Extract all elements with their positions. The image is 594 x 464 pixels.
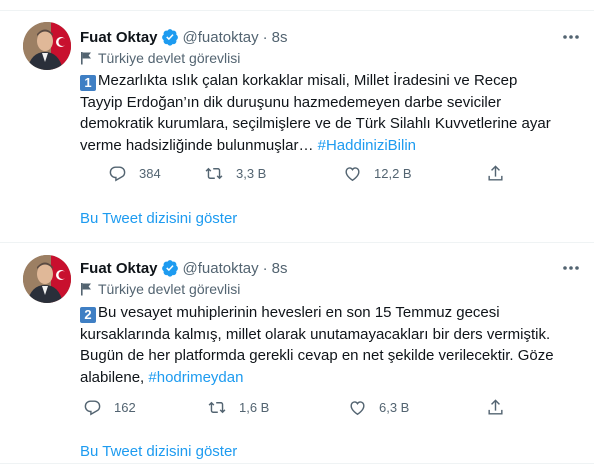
like-button[interactable]: 6,3 B [348, 397, 409, 417]
tweet[interactable]: Fuat Oktay @fuatoktay · 8s Türkiye devle… [0, 243, 594, 464]
verified-badge-icon [161, 29, 178, 46]
reply-count: 384 [139, 165, 161, 181]
tweet-actions: 162 1,6 B 6,3 B [80, 397, 510, 417]
tweet-text: 1 Mezarlıkta ıslık çalan korkaklar misali… [80, 70, 560, 156]
share-button[interactable] [486, 397, 517, 417]
avatar[interactable] [23, 255, 71, 303]
hashtag-link[interactable]: #HaddiniziBilin [318, 137, 416, 154]
like-count: 6,3 B [379, 399, 410, 415]
reply-count: 162 [114, 399, 136, 415]
flag-icon [81, 283, 91, 296]
author-name[interactable]: Fuat Oktay [80, 29, 158, 46]
author-handle[interactable]: @fuatoktay [183, 260, 259, 277]
retweet-icon [208, 401, 226, 413]
like-button[interactable]: 12,2 B [343, 163, 412, 183]
share-button[interactable] [486, 163, 517, 183]
tweet-time[interactable]: 8s [272, 29, 288, 46]
like-icon [345, 166, 360, 181]
flag-icon [81, 52, 91, 65]
government-label-text: Türkiye devlet görevlisi [98, 50, 241, 66]
like-count: 12,2 B [374, 165, 412, 181]
tweet[interactable]: Fuat Oktay @fuatoktay · 8s Türkiye devle… [0, 11, 594, 243]
retweet-count: 1,6 B [239, 399, 270, 415]
show-thread-link[interactable]: Bu Tweet dizisini göster [80, 443, 237, 460]
verified-badge-icon [161, 260, 178, 277]
top-divider [0, 0, 594, 11]
retweet-button[interactable]: 1,6 B [207, 397, 269, 417]
reply-icon [109, 165, 126, 181]
separator-dot: · [262, 28, 268, 46]
number-badge: 2 [80, 307, 96, 323]
tweet-header: Fuat Oktay @fuatoktay · 8s [80, 258, 287, 278]
retweet-count: 3,3 B [236, 165, 267, 181]
tweet-time[interactable]: 8s [272, 260, 288, 277]
tweet-body: Mezarlıkta ıslık çalan korkaklar misali,… [80, 72, 551, 154]
like-icon [350, 400, 365, 415]
reply-button[interactable]: 162 [83, 397, 136, 417]
tweet-text: 2 Bu vesayet muhiplerinin hevesleri en so… [80, 302, 560, 388]
tweet-header: Fuat Oktay @fuatoktay · 8s [80, 27, 287, 47]
tweet-actions: 384 3,3 B 12,2 B [80, 163, 510, 183]
share-icon [488, 398, 503, 415]
retweet-button[interactable]: 3,3 B [204, 163, 266, 183]
author-handle[interactable]: @fuatoktay [183, 29, 259, 46]
government-label-text: Türkiye devlet görevlisi [98, 281, 241, 297]
separator-dot: · [262, 259, 268, 277]
hashtag-link[interactable]: #hodrimeydan [148, 369, 243, 386]
number-badge: 1 [80, 75, 96, 91]
avatar[interactable] [23, 22, 71, 70]
more-icon[interactable] [560, 27, 582, 47]
reply-icon [84, 399, 101, 415]
retweet-icon [205, 167, 223, 179]
government-label: Türkiye devlet görevlisi [80, 49, 240, 67]
government-label: Türkiye devlet görevlisi [80, 280, 240, 298]
show-thread-link[interactable]: Bu Tweet dizisini göster [80, 210, 237, 227]
more-icon[interactable] [560, 258, 582, 278]
share-icon [488, 164, 503, 181]
reply-button[interactable]: 384 [108, 163, 161, 183]
author-name[interactable]: Fuat Oktay [80, 260, 158, 277]
